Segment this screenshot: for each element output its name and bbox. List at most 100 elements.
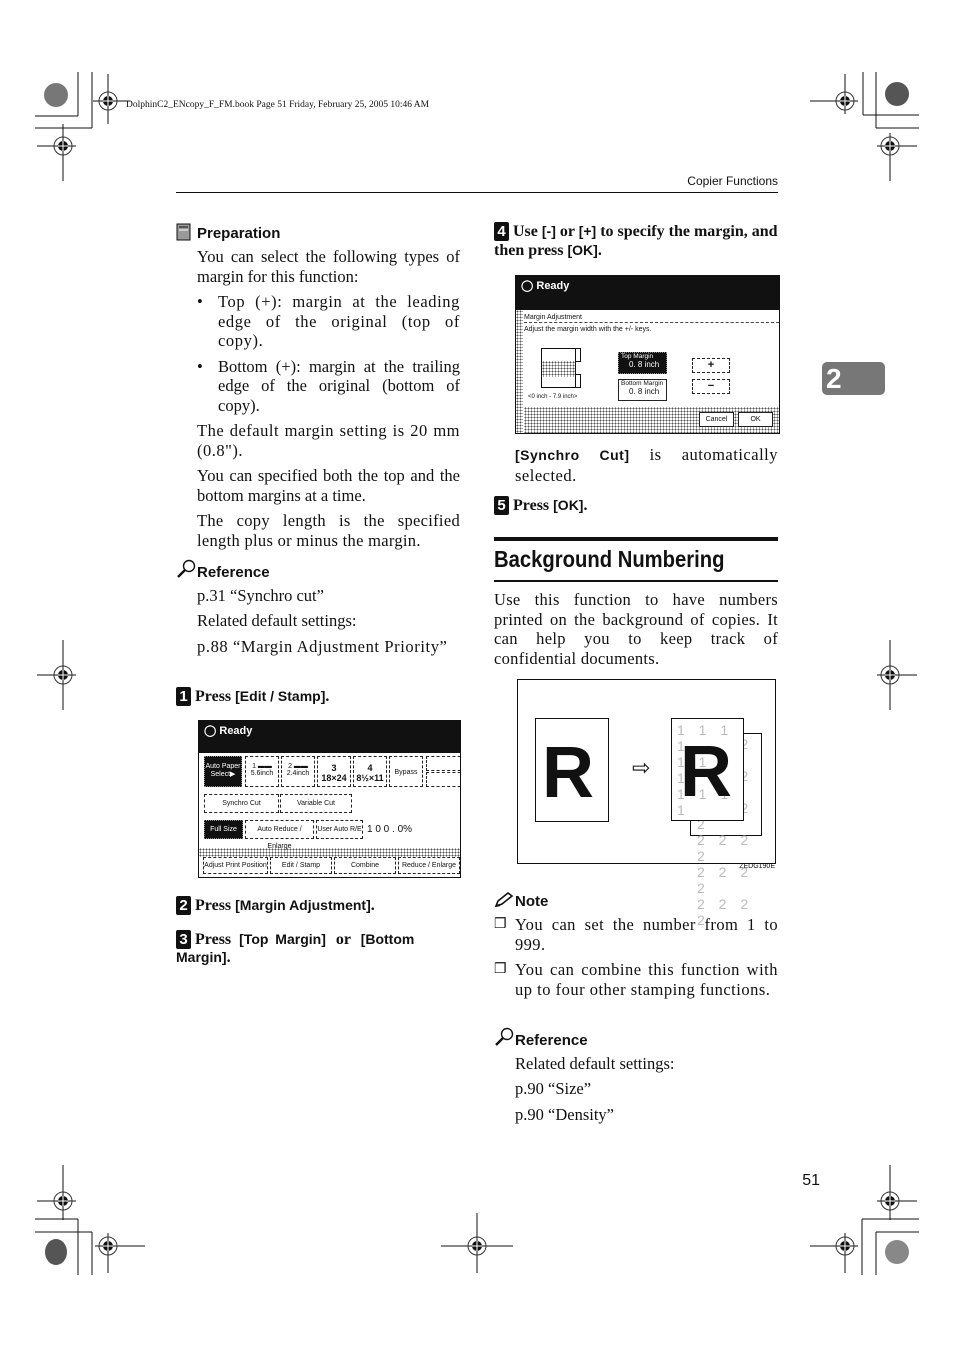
color-target-icon <box>885 1240 909 1264</box>
margin-indicator-icon <box>576 374 581 388</box>
step-2: 2 Press [Margin Adjustment]. <box>176 896 375 915</box>
top-margin-button[interactable]: Top Margin 0. 8 inch <box>618 352 667 374</box>
key-ok: [OK] <box>567 242 598 258</box>
color-target-icon <box>885 82 909 106</box>
reference-line: p.90 “Density” <box>515 1105 614 1124</box>
synchro-cut-button[interactable]: Synchro Cut <box>204 794 279 813</box>
chapter-tab[interactable]: 2 <box>822 362 885 395</box>
ok-button[interactable]: OK <box>738 412 773 427</box>
arrow-right-icon: ⇨ <box>632 755 651 780</box>
blank-button[interactable] <box>426 772 460 787</box>
user-auto-re-button[interactable]: User Auto R/E <box>316 820 363 839</box>
step-5: 5 Press [OK]. <box>494 496 587 515</box>
key-top-margin: [Top Margin] <box>239 931 326 947</box>
synchro-note: [Synchro Cut] is automatically selected. <box>515 445 778 485</box>
auto-reduce-enlarge-button[interactable]: Auto Reduce / Enlarge <box>245 820 314 850</box>
color-target-icon <box>45 1239 67 1265</box>
copy-page-1: 1 1 1 11 1 1 11 1 1 11 1 1 11 1 1 11 1 1… <box>671 718 744 821</box>
key-margin-adjustment: [Margin Adjustment] <box>235 897 371 913</box>
cancel-button[interactable]: Cancel <box>699 412 734 427</box>
note-item: ❒ You can set the number from 1 to 999. <box>494 915 778 954</box>
tray-4-button[interactable]: 4 8½×11 <box>353 756 387 787</box>
tray-3-button[interactable]: 3 18×24 <box>317 756 351 787</box>
key-synchro-cut: [Synchro Cut] <box>515 447 630 463</box>
step-number: 5 <box>494 496 509 515</box>
background-number-row: 1 1 1 1 <box>677 818 743 820</box>
note-item: ❒ You can combine this function with up t… <box>494 960 778 999</box>
full-size-button[interactable]: Full Size <box>204 820 243 839</box>
copier-screen-main: ◯ Ready Auto Paper Select▶ 1 ▬▬ 5.6inch … <box>198 720 461 878</box>
bypass-button[interactable]: Bypass <box>389 756 423 787</box>
preparation-para: You can specified both the top and the b… <box>197 466 460 505</box>
key-plus: [+] <box>578 223 597 239</box>
background-numbering-figure: R ⇨ 2 2 2 22 2 2 22 2 2 22 2 2 22 2 2 22… <box>517 679 776 928</box>
preparation-heading: Preparation <box>197 225 281 242</box>
dialog-title: Margin Adjustment <box>524 314 582 321</box>
tab-combine[interactable]: Combine <box>334 857 396 874</box>
ratio-value: 1 0 0 . 0% <box>367 824 413 835</box>
reference-line: p.90 “Size” <box>515 1079 592 1098</box>
bullet-item: • Top (+): margin at the leading edge of … <box>197 292 460 350</box>
ready-icon: ◯ <box>521 280 537 292</box>
range-text: <0 inch - 7.9 inch> <box>528 394 578 400</box>
top-margin-value: 0. 8 inch <box>629 360 660 369</box>
preparation-bullets: • Top (+): margin at the leading edge of … <box>197 292 460 415</box>
page-diagram <box>541 348 576 388</box>
preparation-para: The copy length is the specified length … <box>197 511 460 550</box>
bottom-margin-value: 0. 8 inch <box>629 387 660 396</box>
status-text: Ready <box>536 280 570 292</box>
magnifier-icon <box>176 559 196 584</box>
reference-line: Related default settings: <box>197 611 357 630</box>
step-number: 1 <box>176 687 191 706</box>
preparation-para: The default margin setting is 20 mm (0.8… <box>197 421 460 460</box>
blank-button[interactable] <box>426 756 460 771</box>
note-heading: Note <box>515 893 549 910</box>
preparation-icon <box>176 223 191 246</box>
status-bar: ◯ Ready <box>199 721 460 745</box>
magnifier-icon <box>494 1027 514 1052</box>
variable-cut-button[interactable]: Variable Cut <box>280 794 352 813</box>
section-title: Background Numbering <box>494 546 725 572</box>
original-page: R <box>535 718 609 822</box>
margin-indicator-icon <box>576 348 581 362</box>
tab-edit-stamp[interactable]: Edit / Stamp <box>270 857 332 874</box>
tab-reduce-enlarge[interactable]: Reduce / Enlarge <box>398 857 460 874</box>
key-ok: [OK] <box>553 497 584 513</box>
header-rule <box>176 192 778 193</box>
step-3: 3 Press [Top Margin] or [Bottom Margin]. <box>176 930 415 966</box>
checkbox-icon: ❒ <box>494 962 507 977</box>
auto-paper-select-button[interactable]: Auto Paper Select▶ <box>204 756 242 787</box>
key-minus: [-] <box>541 223 556 239</box>
bottom-margin-button[interactable]: Bottom Margin 0. 8 inch <box>618 379 667 401</box>
checkbox-icon: ❒ <box>494 917 507 932</box>
tray-1-button[interactable]: 1 ▬▬ 5.6inch <box>245 756 279 787</box>
note-items: ❒ You can set the number from 1 to 999. ❒… <box>494 915 778 999</box>
key-edit-stamp: [Edit / Stamp] <box>235 688 326 704</box>
section-intro: Use this function to have numbers printe… <box>494 590 778 668</box>
step-number: 2 <box>176 896 191 915</box>
status-text: Ready <box>219 725 253 737</box>
reference-line: Related default settings: <box>515 1054 675 1073</box>
pencil-icon <box>494 891 514 913</box>
print-header: DolphinC2_ENcopy_F_FM.book Page 51 Frida… <box>126 100 430 110</box>
ready-icon: ◯ <box>204 725 220 737</box>
running-head: Copier Functions <box>687 174 778 188</box>
color-target-icon <box>44 83 68 107</box>
page-number: 51 <box>802 1172 820 1189</box>
step-1: 1 Press [Edit / Stamp]. <box>176 687 329 706</box>
copier-screen-margin: ◯ Ready Margin Adjustment Adjust the mar… <box>515 275 780 434</box>
step-number: 4 <box>494 222 509 241</box>
background-number-row: 2 2 2 2 <box>697 832 754 864</box>
tab-adjust-print-position[interactable]: Adjust Print Position <box>203 857 268 874</box>
reference-heading: Reference <box>515 1032 588 1049</box>
plus-button[interactable]: + <box>692 358 730 373</box>
figure-caption: ZEDG190E <box>739 863 775 870</box>
preparation-intro: You can select the following types of ma… <box>197 247 460 286</box>
step-number: 3 <box>176 930 191 949</box>
reference-line: p.88 “Margin Adjustment Priority” <box>197 637 448 656</box>
letter-r: R <box>542 733 594 813</box>
dialog-instruction: Adjust the margin width with the +/- key… <box>524 326 652 333</box>
tray-2-button[interactable]: 2 ▬▬ 2.4inch <box>281 756 315 787</box>
status-bar: ◯ Ready <box>516 276 779 300</box>
minus-button[interactable]: − <box>692 379 730 394</box>
